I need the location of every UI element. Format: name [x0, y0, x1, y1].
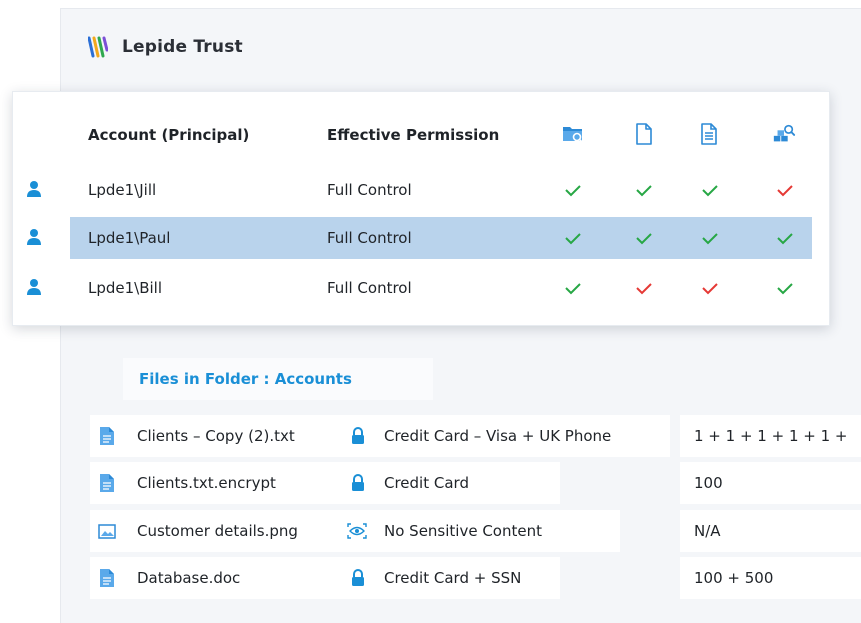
lock-icon — [352, 427, 364, 444]
folder-search-icon[interactable] — [561, 121, 585, 147]
match-count: 1 + 1 + 1 + 1 + 1 + — [694, 427, 848, 445]
lepide-logo-icon — [88, 36, 108, 58]
file-icon[interactable] — [632, 121, 656, 147]
check-denied-icon — [636, 283, 652, 295]
image-file-icon — [98, 524, 116, 539]
account-name: Lpde1\Jill — [88, 181, 157, 199]
classification: Credit Card – Visa + UK Phone — [384, 427, 612, 445]
match-count: N/A — [694, 522, 721, 540]
file-name: Clients – Copy (2).txt — [137, 427, 295, 445]
files-in-folder-heading: Files in Folder : Accounts — [123, 358, 433, 400]
check-denied-icon — [777, 185, 793, 197]
lock-icon — [352, 474, 364, 491]
account-name: Lpde1\Bill — [88, 279, 163, 297]
lock-icon — [352, 569, 364, 586]
check-allowed-icon — [565, 185, 581, 197]
file-name: Customer details.png — [137, 522, 298, 540]
file-name: Database.doc — [137, 569, 241, 587]
permission-value: Full Control — [327, 181, 412, 199]
classification: No Sensitive Content — [384, 522, 542, 540]
check-allowed-icon — [565, 233, 581, 245]
users-group-icon[interactable] — [772, 121, 796, 147]
account-name: Lpde1\Paul — [88, 229, 171, 247]
check-allowed-icon — [702, 185, 718, 197]
match-count: 100 — [694, 474, 723, 492]
text-file-icon — [100, 474, 114, 492]
check-allowed-icon — [565, 283, 581, 295]
text-file-icon — [100, 569, 114, 587]
brand-header: Lepide Trust — [88, 32, 243, 62]
check-allowed-icon — [777, 233, 793, 245]
eye-scan-icon — [347, 523, 367, 539]
permission-value: Full Control — [327, 229, 412, 247]
brand-name: Lepide Trust — [122, 37, 243, 57]
file-name: Clients.txt.encrypt — [137, 474, 276, 492]
text-file-icon — [100, 427, 114, 445]
check-allowed-icon — [777, 283, 793, 295]
document-icon[interactable] — [697, 121, 721, 147]
user-icon — [27, 229, 41, 245]
classification: Credit Card — [384, 474, 469, 492]
column-header-permission[interactable]: Effective Permission — [327, 121, 499, 149]
classification: Credit Card + SSN — [384, 569, 522, 587]
user-icon — [27, 181, 41, 197]
column-header-account[interactable]: Account (Principal) — [88, 121, 249, 149]
check-denied-icon — [702, 283, 718, 295]
permission-value: Full Control — [327, 279, 412, 297]
match-count: 100 + 500 — [694, 569, 774, 587]
check-allowed-icon — [636, 233, 652, 245]
user-icon — [27, 279, 41, 295]
check-allowed-icon — [702, 233, 718, 245]
check-allowed-icon — [636, 185, 652, 197]
